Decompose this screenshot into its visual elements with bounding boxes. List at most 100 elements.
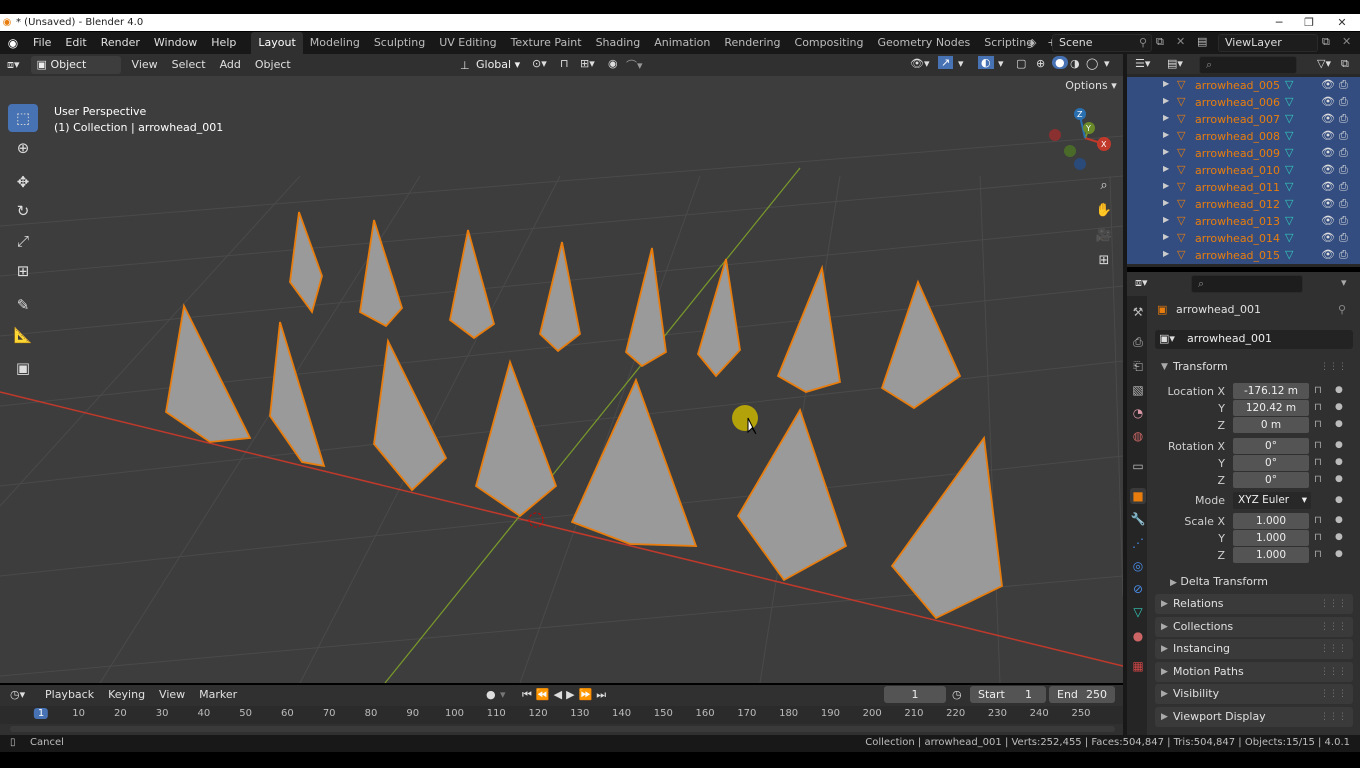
lock-icon[interactable]: ⊓ — [1314, 457, 1322, 468]
rotation-x-field[interactable]: 0° — [1233, 438, 1309, 454]
visibility-eye-icon[interactable]: 👁 — [1321, 197, 1335, 210]
lock-icon[interactable]: ⊓ — [1314, 385, 1322, 396]
blender-menu-icon[interactable]: ◉ — [0, 36, 26, 50]
outliner-row[interactable]: ▶ ▽ arrowhead_014 ▽ 👁 ⎙ — [1127, 230, 1360, 247]
orientation-dropdown[interactable]: Global ▾ — [476, 56, 520, 74]
visibility-eye-icon[interactable]: 👁 — [1321, 112, 1335, 125]
panel-collections[interactable]: ▶ Collections ⋮⋮⋮ — [1155, 616, 1353, 637]
keyframe-dot-icon[interactable]: ● — [1335, 385, 1343, 395]
current-frame-field[interactable]: 1 — [884, 686, 946, 703]
modifier-tab-icon[interactable]: 🔧 — [1130, 511, 1146, 527]
outliner-row[interactable]: ▶ ▽ arrowhead_013 ▽ 👁 ⎙ — [1127, 213, 1360, 230]
pin-icon[interactable]: ⚲ — [1139, 35, 1147, 51]
close-button[interactable]: ✕ — [1327, 14, 1357, 31]
scene-icon[interactable]: ◈ — [1028, 36, 1036, 49]
tab-uv-editing[interactable]: UV Editing — [432, 32, 503, 54]
viewport-canvas[interactable]: X Y Z — [0, 76, 1123, 683]
object-mode-dropdown[interactable]: ▣ Object Mode ▾ — [30, 56, 121, 89]
visibility-eye-icon[interactable]: 👁 — [1321, 163, 1335, 176]
expand-arrow-icon[interactable]: ▶ — [1163, 147, 1169, 156]
scale-x-field[interactable]: 1.000 — [1233, 513, 1309, 529]
keyframe-dot-icon[interactable]: ● — [1335, 495, 1343, 505]
panel-viewport-display[interactable]: ▶ Viewport Display ⋮⋮⋮ — [1155, 707, 1353, 727]
timeline-menu-keying[interactable]: Keying — [101, 685, 152, 705]
scale-tool-icon[interactable]: ⤢ — [8, 227, 38, 255]
mesh-data-icon[interactable]: ▽ — [1285, 163, 1293, 176]
mesh-data-icon[interactable]: ▽ — [1285, 248, 1293, 261]
options-dropdown[interactable]: Options ▾ — [1064, 77, 1118, 95]
menu-help[interactable]: Help — [204, 32, 243, 54]
render-camera-icon[interactable]: ⎙ — [1339, 197, 1348, 211]
render-camera-icon[interactable]: ⎙ — [1339, 163, 1348, 177]
render-camera-icon[interactable]: ⎙ — [1339, 146, 1348, 160]
delta-transform-subpanel[interactable]: ▶ Delta Transform — [1170, 573, 1350, 591]
wireframe-shading-icon[interactable]: ⊕ — [1036, 57, 1045, 70]
3d-viewport[interactable]: X Y Z User Perspective (1) Collection | … — [0, 76, 1123, 683]
camera-view-icon[interactable]: 🎥 — [1094, 226, 1114, 246]
menu-edit[interactable]: Edit — [58, 32, 93, 54]
use-preview-range-icon[interactable]: ◷ — [952, 688, 962, 701]
mesh-data-icon[interactable]: ▽ — [1285, 129, 1293, 142]
properties-search-input[interactable]: ⌕ — [1191, 275, 1303, 293]
scale-y-field[interactable]: 1.000 — [1233, 530, 1309, 546]
snap-target-icon[interactable]: ⊞▾ — [580, 57, 595, 70]
panel-visibility[interactable]: ▶ Visibility ⋮⋮⋮ — [1155, 684, 1353, 705]
timeline-editor-icon[interactable]: ◷▾ — [10, 688, 25, 701]
tab-compositing[interactable]: Compositing — [788, 32, 871, 54]
lock-icon[interactable]: ⊓ — [1314, 515, 1322, 526]
delete-view-layer-icon[interactable]: ✕ — [1342, 35, 1351, 48]
expand-arrow-icon[interactable]: ▶ — [1163, 232, 1169, 241]
collection-tab-icon[interactable]: ▭ — [1130, 458, 1146, 474]
outliner-editor-icon[interactable]: ☰▾ — [1135, 57, 1150, 70]
filter-icon[interactable]: ▽▾ — [1317, 57, 1331, 70]
outliner-item-label[interactable]: arrowhead_012 — [1195, 198, 1280, 211]
keyframe-dot-icon[interactable]: ● — [1335, 549, 1343, 559]
gizmo-toggle-icon[interactable]: ↗ — [938, 56, 954, 69]
keyframe-dot-icon[interactable]: ● — [1335, 474, 1343, 484]
timeline-scrollbar[interactable] — [10, 726, 1115, 732]
new-collection-icon[interactable]: ⧉ — [1341, 57, 1349, 71]
properties-options-icon[interactable]: ▾ — [1341, 276, 1347, 289]
minimize-button[interactable]: ─ — [1264, 14, 1294, 31]
tab-modeling[interactable]: Modeling — [303, 32, 367, 54]
expand-arrow-icon[interactable]: ▶ — [1163, 79, 1169, 88]
solid-shading-icon[interactable]: ● — [1052, 56, 1068, 69]
render-camera-icon[interactable]: ⎙ — [1339, 95, 1348, 109]
texture-tab-icon[interactable]: ▦ — [1130, 658, 1146, 674]
menu-window[interactable]: Window — [147, 32, 204, 54]
arrowheads[interactable] — [165, 211, 1003, 620]
render-tab-icon[interactable]: ⎙ — [1130, 334, 1146, 350]
lock-icon[interactable]: ⊓ — [1314, 402, 1322, 413]
annotate-tool-icon[interactable]: ✎ — [8, 291, 38, 319]
end-frame-field[interactable]: End 250 — [1049, 686, 1115, 703]
outliner-search-input[interactable]: ⌕ — [1199, 56, 1297, 74]
mesh-data-icon[interactable]: ▽ — [1285, 112, 1293, 125]
keyframe-dot-icon[interactable]: ● — [1335, 440, 1343, 450]
measure-tool-icon[interactable]: 📐 — [8, 321, 38, 349]
outliner-row[interactable]: ▶ ▽ arrowhead_011 ▽ 👁 ⎙ — [1127, 179, 1360, 196]
object-tab-icon[interactable]: ■ — [1130, 488, 1146, 504]
scene-tab-icon[interactable]: ◔ — [1130, 405, 1146, 421]
viewport-menu-object[interactable]: Object — [248, 55, 298, 75]
constraints-tab-icon[interactable]: ⊘ — [1130, 581, 1146, 597]
delete-scene-icon[interactable]: ✕ — [1176, 35, 1185, 48]
pivot-point-icon[interactable]: ⊙▾ — [532, 57, 547, 70]
outliner-item-label[interactable]: arrowhead_009 — [1195, 147, 1280, 160]
outliner-row[interactable]: ▶ ▽ arrowhead_007 ▽ 👁 ⎙ — [1127, 111, 1360, 128]
outliner-row[interactable]: ▶ ▽ arrowhead_009 ▽ 👁 ⎙ — [1127, 145, 1360, 162]
location-y-field[interactable]: 120.42 m — [1233, 400, 1309, 416]
keyframe-dot-icon[interactable]: ● — [1335, 402, 1343, 412]
timeline-menu-view[interactable]: View — [152, 685, 192, 705]
scale-z-field[interactable]: 1.000 — [1233, 547, 1309, 563]
auto-keying-icon[interactable]: ● — [486, 688, 496, 701]
pan-hand-icon[interactable]: ✋ — [1094, 201, 1114, 221]
physics-tab-icon[interactable]: ◎ — [1130, 558, 1146, 574]
render-camera-icon[interactable]: ⎙ — [1339, 214, 1348, 228]
overlays-menu-icon[interactable]: ▾ — [998, 57, 1004, 70]
new-view-layer-icon[interactable]: ⧉ — [1322, 35, 1330, 49]
zoom-icon[interactable]: ⌕ — [1094, 176, 1114, 196]
pin-icon[interactable]: ⚲ — [1338, 303, 1346, 316]
tab-animation[interactable]: Animation — [647, 32, 717, 54]
world-tab-icon[interactable]: ◍ — [1130, 428, 1146, 444]
expand-arrow-icon[interactable]: ▶ — [1163, 215, 1169, 224]
